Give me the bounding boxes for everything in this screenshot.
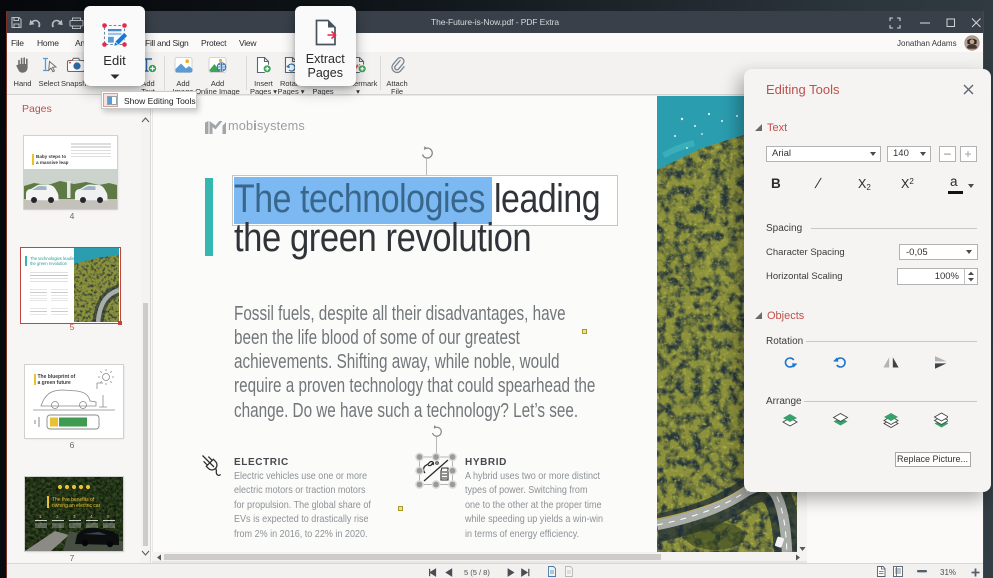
- svg-text:owning an electric car: owning an electric car: [52, 503, 101, 509]
